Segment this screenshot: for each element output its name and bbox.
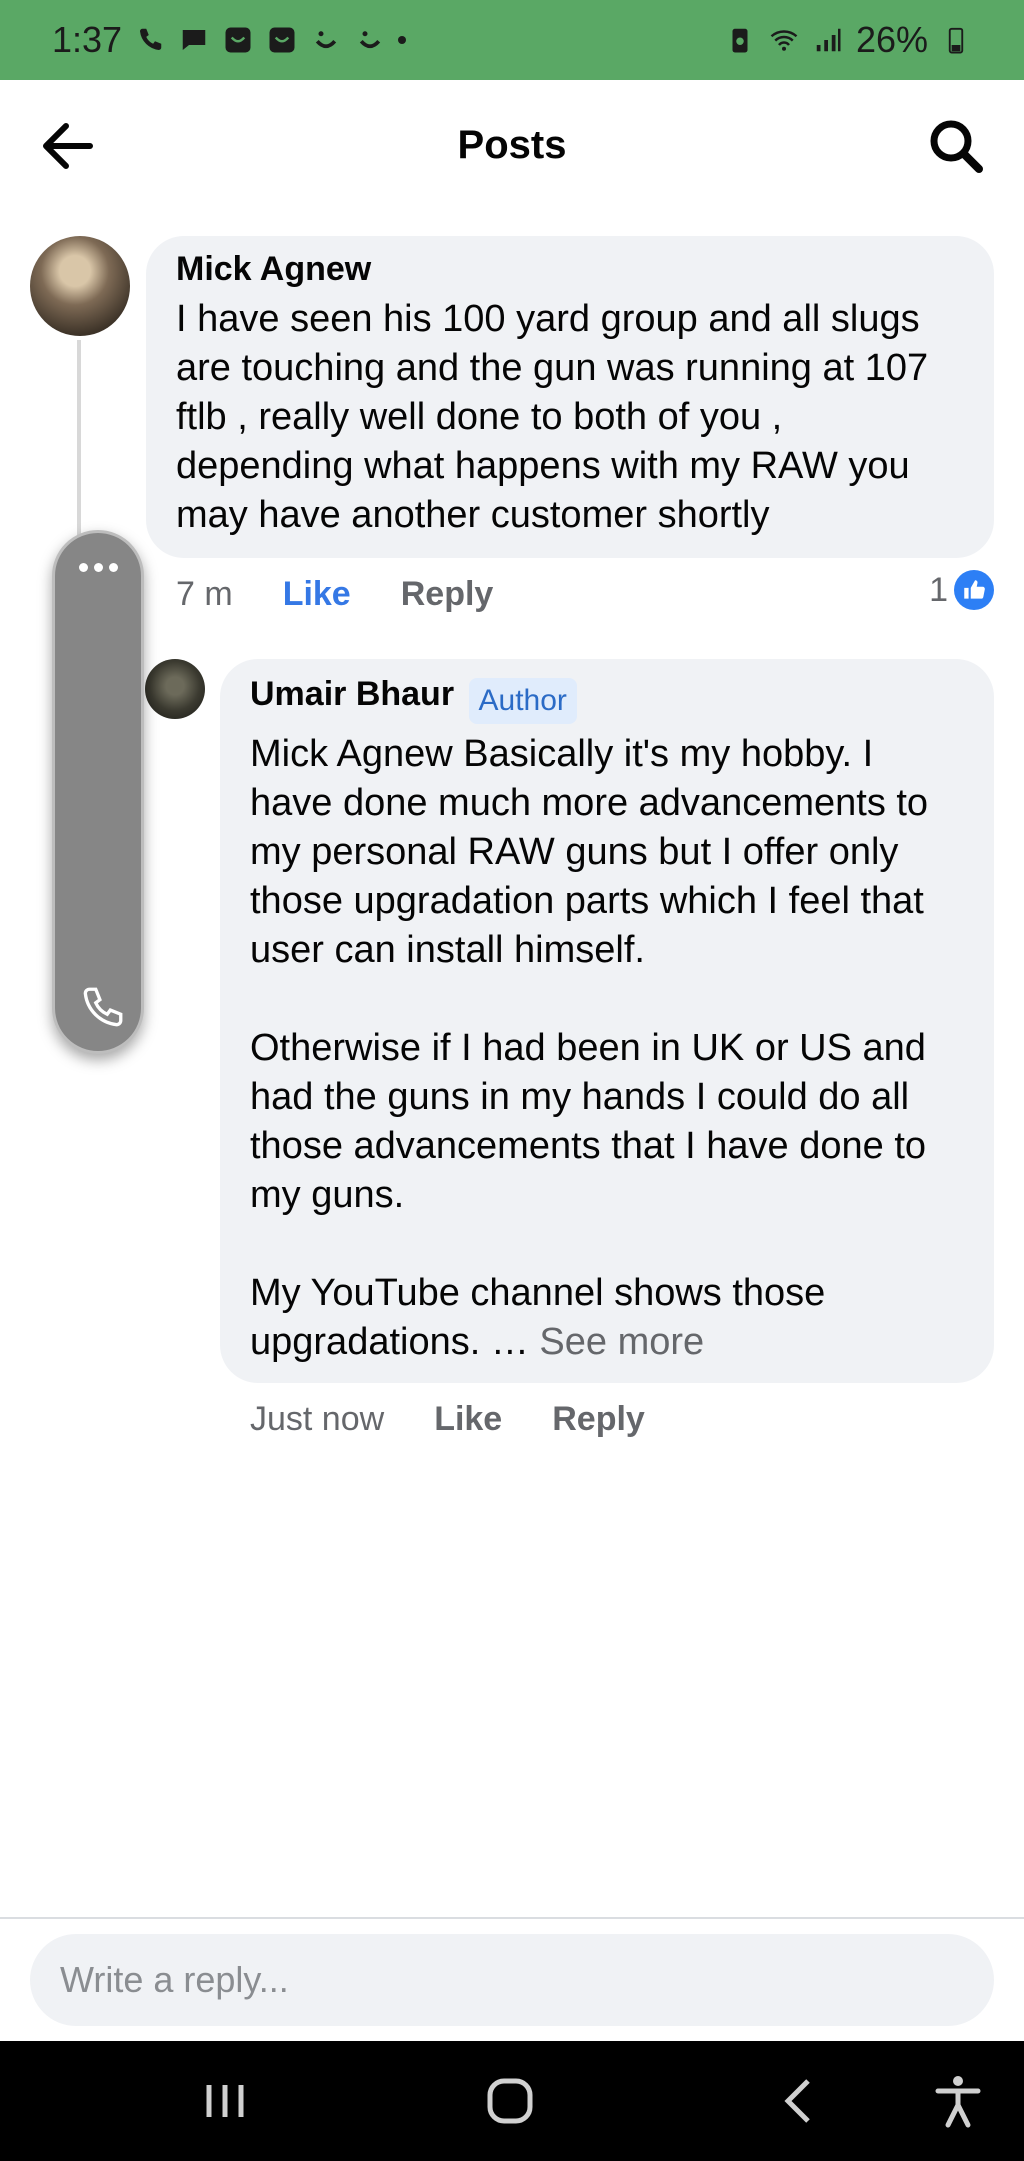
battery-saver-icon [724, 24, 756, 56]
emoji-icon [354, 24, 386, 56]
top-app-bar: Posts [0, 80, 1024, 210]
comment-time: 7 m [176, 575, 233, 613]
like-button[interactable]: Like [283, 575, 351, 614]
comment-text: Mick Agnew Basically it's my hobby. I ha… [250, 730, 964, 1367]
floating-call-widget[interactable] [52, 530, 144, 1054]
comment-actions: 7 m Like Reply [176, 575, 493, 614]
thumbs-up-icon [954, 570, 994, 610]
reaction-count: 1 [929, 570, 948, 609]
signal-icon [812, 24, 844, 56]
reply-input[interactable] [30, 1934, 994, 2026]
recent-apps-icon[interactable] [195, 2071, 255, 2131]
comment-bubble[interactable]: Mick Agnew I have seen his 100 yard grou… [146, 236, 994, 558]
phone-icon[interactable] [77, 983, 127, 1033]
notification-dot-icon [398, 36, 407, 44]
accessibility-icon[interactable] [928, 2071, 988, 2131]
reply-bubble[interactable]: Umair Bhaur Author Mick Agnew Basically … [220, 659, 994, 1383]
comment-actions: Just now Like Reply [250, 1400, 645, 1439]
search-icon[interactable] [926, 116, 986, 176]
avatar[interactable] [30, 236, 130, 336]
divider [0, 1917, 1024, 1919]
avatar[interactable] [145, 659, 205, 719]
author-badge: Author [468, 677, 577, 724]
emoji-icon [310, 24, 342, 56]
comment-text-body: Mick Agnew Basically it's my hobby. I ha… [250, 732, 929, 1363]
thread-line [77, 340, 81, 540]
page-title: Posts [457, 122, 567, 167]
app-icon [266, 24, 298, 56]
system-navigation-bar [0, 2041, 1024, 2161]
comment-author[interactable]: Umair Bhaur [250, 675, 454, 713]
reply-button[interactable]: Reply [401, 575, 494, 614]
phone-icon [134, 24, 166, 56]
comment-text: I have seen his 100 yard group and all s… [176, 298, 939, 536]
comment-time: Just now [250, 1400, 385, 1438]
battery-percent: 26% [855, 19, 928, 60]
status-bar: 1:37 26% [0, 0, 1024, 80]
back-icon[interactable] [770, 2071, 830, 2131]
message-icon [178, 24, 210, 56]
reaction-summary[interactable]: 1 [929, 570, 994, 610]
battery-icon [940, 24, 972, 56]
wifi-icon [768, 24, 800, 56]
clock: 1:37 [52, 19, 123, 60]
home-icon[interactable] [480, 2071, 540, 2131]
arrow-left-icon[interactable] [38, 118, 98, 174]
see-more-link[interactable]: See more [539, 1321, 704, 1363]
more-icon[interactable] [55, 563, 141, 572]
like-button[interactable]: Like [434, 1400, 502, 1439]
comment-author[interactable]: Mick Agnew [176, 250, 964, 289]
app-icon [222, 24, 254, 56]
reply-button[interactable]: Reply [552, 1400, 645, 1439]
